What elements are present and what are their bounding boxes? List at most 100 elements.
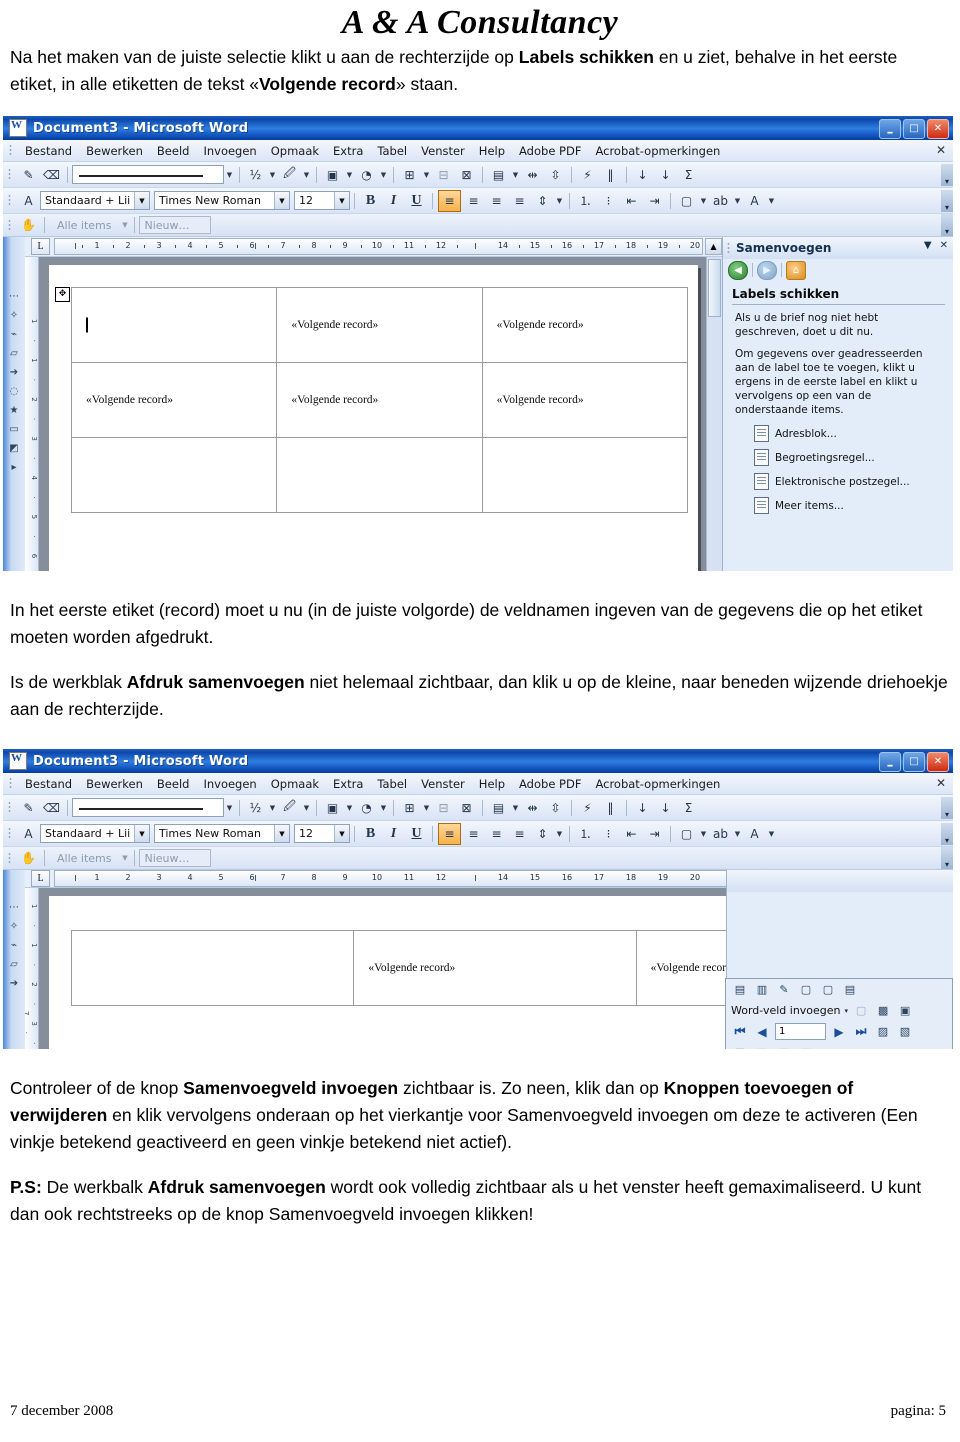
word-field-insert-label[interactable]: Word-veld invoegen [731,1004,841,1017]
outside-border-icon[interactable]: ▢ [676,191,697,211]
sort-ascending-icon[interactable]: ↓ [632,165,653,185]
table-row[interactable] [70,437,689,513]
merge-cells-icon[interactable]: ⊟ [433,165,454,185]
oval-icon[interactable]: ◌ [7,384,22,398]
align-cell-icon[interactable]: ▤ [488,798,509,818]
rectangle-icon[interactable]: ▱ [7,957,22,971]
toolbar-overflow-button[interactable]: ▾ [941,822,953,845]
align-center-icon[interactable]: ≡ [463,191,484,211]
table-move-handle[interactable]: ✥ [55,287,70,302]
label-cell-r2c3[interactable]: «Volgende record» [481,362,689,438]
horizontal-ruler[interactable]: 1 2 3 4 5 6 7 8 9 10 11 12 14 15 16 17 1 [54,238,703,255]
insert-merge-field-icon[interactable]: ▤ [841,981,859,998]
line-icon[interactable]: ⌁ [7,327,22,341]
borders-icon[interactable]: ▣ [322,798,343,818]
split-cells-icon[interactable]: ⊠ [456,165,477,185]
line-spacing-icon[interactable]: ⇕ [532,824,553,844]
distribute-rows-icon[interactable]: ⇹ [522,798,543,818]
margin-marker[interactable] [255,875,256,881]
highlight-merge-fields-icon[interactable]: ▩ [874,1002,892,1019]
align-left-icon[interactable]: ≡ [438,189,461,212]
style-chevron-down-icon[interactable]: ▼ [134,825,149,842]
border-color-chevron-down-icon[interactable]: ▼ [301,165,312,185]
justify-icon[interactable]: ≡ [509,824,530,844]
main-document-setup-icon[interactable]: ✋ [18,848,39,868]
table-autoformat-icon[interactable]: ⚡ [577,165,598,185]
draw-table-icon[interactable]: ✎ [18,165,39,185]
line-weight-chevron-down-icon[interactable]: ▼ [267,798,278,818]
align-center-icon[interactable]: ≡ [463,824,484,844]
align-left-icon[interactable]: ≡ [438,822,461,845]
toolbar-overflow-button[interactable]: ▾ [941,796,953,819]
menu-bewerken[interactable]: Bewerken [79,776,150,792]
arrow-icon[interactable]: ➔ [7,365,22,379]
line-style-chevron-down-icon[interactable]: ▼ [224,165,235,185]
justify-icon[interactable]: ≡ [509,191,530,211]
bold-button[interactable]: B [360,191,381,211]
wordart-icon[interactable]: ★ [7,403,22,417]
highlight-icon[interactable]: ab [710,191,731,211]
mail-merge-recipients-icon[interactable]: ✎ [775,981,793,998]
document-close-icon[interactable]: ✕ [936,143,946,157]
all-items-chevron-down-icon[interactable]: ▼ [119,848,130,868]
border-chevron-down-icon[interactable]: ▼ [698,824,709,844]
merge-to-printer-icon[interactable]: ▤ [753,1044,771,1049]
merge-to-new-document-icon[interactable]: ▤ [731,1044,749,1049]
font-combo[interactable]: Times New Roman ▼ [154,824,290,843]
merge-to-fax-icon[interactable]: ▤ [797,1044,815,1049]
font-combo[interactable]: Times New Roman ▼ [154,191,290,210]
menu-adobe-pdf[interactable]: Adobe PDF [512,143,588,159]
border-color-icon[interactable]: 🖉 [279,798,300,818]
table-autoformat-icon[interactable]: ⚡ [577,798,598,818]
label-cell-r1c2[interactable]: «Volgende record» [276,287,483,363]
next-record-icon[interactable]: ▶ [830,1023,848,1040]
close-button[interactable]: ✕ [927,119,949,139]
menu-beeld[interactable]: Beeld [150,143,197,159]
toolbar-grip[interactable] [8,194,11,207]
change-text-direction-icon[interactable]: ‖ [600,165,621,185]
border-color-icon[interactable]: 🖉 [279,165,300,185]
task-pane-link-meer-items[interactable]: Meer items... [754,497,945,514]
line-icon[interactable]: ⌁ [7,938,22,952]
styles-and-formatting-icon[interactable]: A [18,191,39,211]
toolbar-grip[interactable] [8,827,11,840]
align-cell-chevron-down-icon[interactable]: ▼ [510,165,521,185]
menu-opmaak[interactable]: Opmaak [264,143,326,159]
numbered-list-icon[interactable]: ⒈ [575,191,596,211]
main-document-setup-icon[interactable]: ✋ [18,215,39,235]
border-color-chevron-down-icon[interactable]: ▼ [301,798,312,818]
rectangle-icon[interactable]: ▱ [7,346,22,360]
label-cell-r3c2[interactable] [276,437,483,513]
align-right-icon[interactable]: ≡ [486,824,507,844]
menu-help[interactable]: Help [472,143,512,159]
shading-color-icon[interactable]: ◔ [356,165,377,185]
insert-address-block-icon[interactable]: ▢ [797,981,815,998]
menu-bestand[interactable]: Bestand [18,776,79,792]
close-button[interactable]: ✕ [927,752,949,772]
find-entry-icon[interactable]: ▨ [874,1023,892,1040]
line-weight-value[interactable]: ½ [245,165,266,185]
bulleted-list-icon[interactable]: ⁝ [598,191,619,211]
tab-selector-button[interactable]: L [31,238,50,255]
menu-acrobat-opmerkingen[interactable]: Acrobat-opmerkingen [588,776,727,792]
border-chevron-down-icon[interactable]: ▼ [698,191,709,211]
style-combo[interactable]: Standaard + Lii ▼ [40,191,150,210]
label-cell-r1c2[interactable]: «Volgende record» [353,930,637,1006]
bold-button[interactable]: B [360,824,381,844]
insert-table-chevron-down-icon[interactable]: ▼ [421,798,432,818]
outside-border-icon[interactable]: ▢ [676,824,697,844]
insert-table-icon[interactable]: ⊞ [399,165,420,185]
distribute-columns-icon[interactable]: ⇳ [545,798,566,818]
borders-icon[interactable]: ▣ [322,165,343,185]
highlight-icon[interactable]: ab [710,824,731,844]
underline-button[interactable]: U [406,824,427,844]
vertical-scrollbar[interactable] [706,257,722,571]
line-weight-chevron-down-icon[interactable]: ▼ [267,165,278,185]
menu-beeld[interactable]: Beeld [150,776,197,792]
check-for-errors-icon[interactable]: ▧ [896,1023,914,1040]
align-cell-icon[interactable]: ▤ [488,165,509,185]
menu-venster[interactable]: Venster [414,143,472,159]
margin-marker[interactable] [475,875,476,881]
previous-record-icon[interactable]: ◀ [753,1023,771,1040]
new-button[interactable]: Nieuw… [139,849,212,867]
